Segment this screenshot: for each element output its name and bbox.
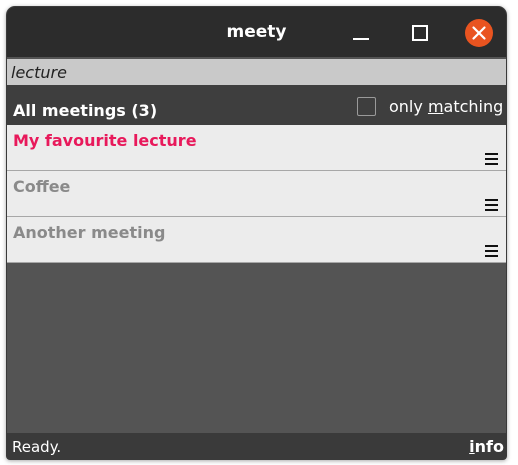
title-bar[interactable]: meety	[7, 7, 506, 57]
meeting-title: Another meeting	[13, 223, 166, 242]
hamburger-menu-icon[interactable]	[485, 242, 498, 257]
status-text: Ready.	[12, 438, 62, 456]
only-matching-checkbox[interactable]	[357, 97, 376, 116]
meeting-title: My favourite lecture	[13, 131, 197, 150]
hamburger-menu-icon[interactable]	[485, 196, 498, 211]
search-bar	[7, 59, 506, 85]
search-input[interactable]	[11, 59, 491, 85]
only-matching-prefix: only	[389, 97, 428, 116]
meeting-item[interactable]: Coffee	[7, 171, 506, 217]
maximize-icon	[412, 25, 428, 41]
info-rest: nfo	[474, 437, 504, 456]
status-bar: Ready. info	[7, 433, 506, 459]
info-button[interactable]: info	[469, 437, 504, 456]
close-button[interactable]	[465, 19, 493, 47]
hamburger-menu-icon[interactable]	[485, 150, 498, 165]
minimize-button[interactable]	[347, 19, 375, 47]
maximize-button[interactable]	[406, 19, 434, 47]
meeting-item[interactable]: My favourite lecture	[7, 125, 506, 171]
meety-window: meety All meetings (3) only matching My	[6, 6, 507, 460]
minimize-icon	[353, 38, 369, 40]
only-matching-mnemonic: m	[427, 97, 444, 116]
meetings-header: All meetings (3) only matching	[7, 85, 506, 125]
meeting-item[interactable]: Another meeting	[7, 217, 506, 263]
only-matching-suffix: atching	[443, 97, 504, 116]
meeting-title: Coffee	[13, 177, 71, 196]
close-icon	[472, 26, 486, 40]
only-matching-label[interactable]: only matching	[389, 97, 503, 116]
meetings-list: My favourite lecture Coffee Another meet…	[7, 125, 506, 263]
all-meetings-label: All meetings (3)	[13, 101, 158, 120]
